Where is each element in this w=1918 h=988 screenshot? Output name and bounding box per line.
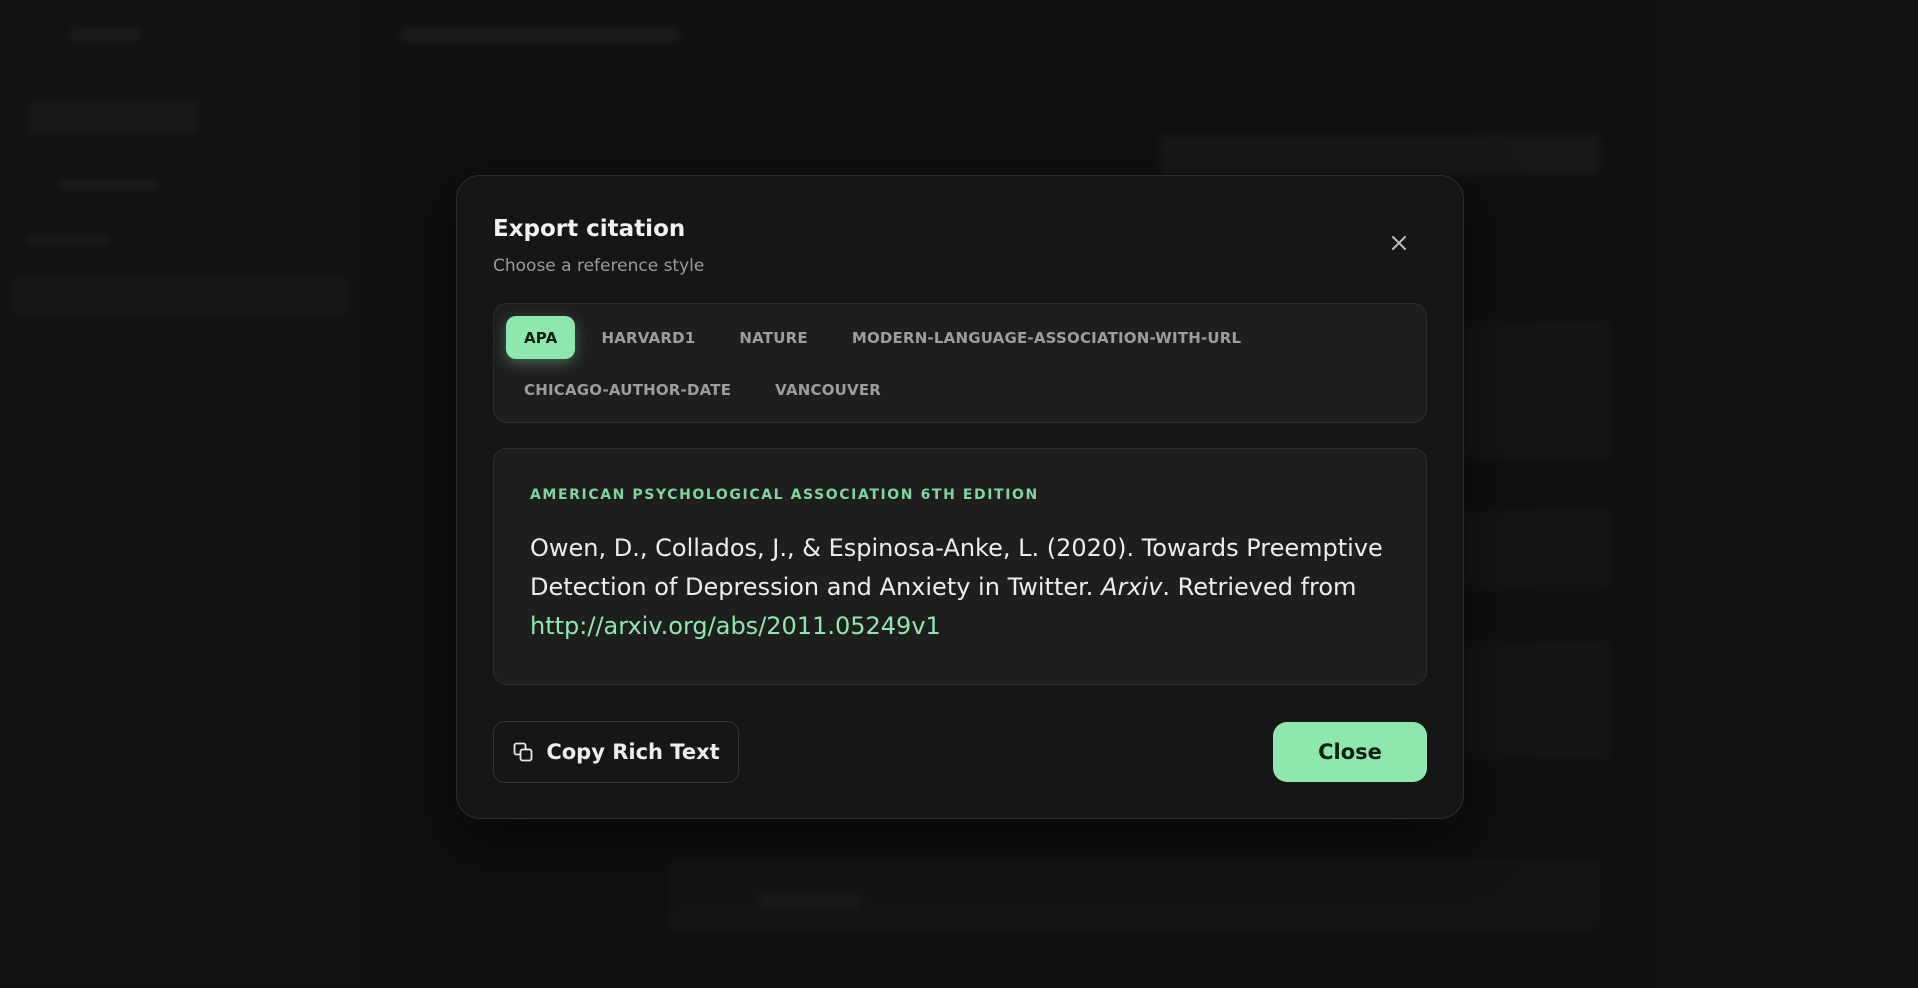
- reference-style-selector: APA HARVARD1 NATURE MODERN-LANGUAGE-ASSO…: [493, 303, 1427, 423]
- style-tab-apa[interactable]: APA: [506, 316, 576, 359]
- style-tab-harvard1[interactable]: HARVARD1: [583, 316, 713, 359]
- style-tab-row: CHICAGO-AUTHOR-DATE VANCOUVER: [506, 368, 899, 411]
- close-icon: [1392, 236, 1406, 250]
- style-tab-mla-with-url[interactable]: MODERN-LANGUAGE-ASSOCIATION-WITH-URL: [834, 316, 1259, 359]
- citation-url-link[interactable]: http://arxiv.org/abs/2011.05249v1: [530, 612, 941, 640]
- copy-button-label: Copy Rich Text: [546, 740, 720, 764]
- citation-journal: Arxiv: [1101, 573, 1163, 601]
- dialog-title: Export citation: [493, 216, 686, 242]
- copy-icon: [513, 742, 533, 762]
- citation-text-retrieved: . Retrieved from: [1162, 573, 1357, 601]
- export-citation-dialog: Export citation Choose a reference style…: [456, 175, 1464, 819]
- close-dialog-button[interactable]: [1387, 231, 1411, 255]
- style-tab-chicago-author-date[interactable]: CHICAGO-AUTHOR-DATE: [506, 368, 749, 411]
- citation-preview: AMERICAN PSYCHOLOGICAL ASSOCIATION 6TH E…: [493, 448, 1427, 685]
- close-button[interactable]: Close: [1273, 722, 1427, 782]
- style-tab-nature[interactable]: NATURE: [721, 316, 825, 359]
- style-tab-vancouver[interactable]: VANCOUVER: [757, 368, 899, 411]
- dialog-subtitle: Choose a reference style: [493, 256, 705, 276]
- copy-rich-text-button[interactable]: Copy Rich Text: [493, 721, 739, 783]
- citation-text: Owen, D., Collados, J., & Espinosa-Anke,…: [530, 529, 1390, 646]
- style-tab-row: APA HARVARD1 NATURE MODERN-LANGUAGE-ASSO…: [506, 316, 1259, 359]
- citation-style-name: AMERICAN PSYCHOLOGICAL ASSOCIATION 6TH E…: [530, 487, 1039, 503]
